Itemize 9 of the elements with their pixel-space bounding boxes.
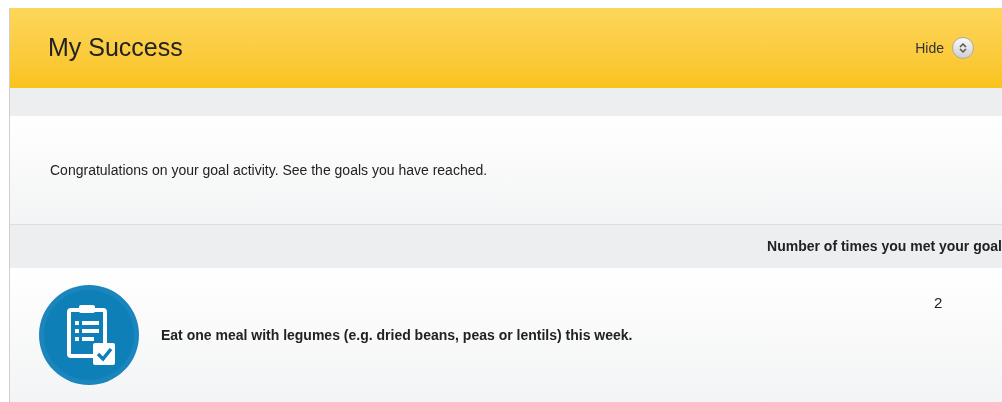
- goal-count: 2: [934, 293, 943, 313]
- up-down-chevron-icon: [958, 42, 968, 54]
- congratulations-message: Congratulations on your goal activity. See the goals you have reached.: [50, 160, 488, 180]
- clipboard-check-icon: [39, 285, 139, 385]
- goal-text: Eat one meal with legumes (e.g. dried beans, peas or lentils) this week.: [161, 325, 633, 345]
- column-header: Number of times you met your goal: [767, 237, 1002, 256]
- collapse-button[interactable]: [952, 37, 974, 59]
- hide-label: Hide: [915, 38, 944, 58]
- panel-title: My Success: [48, 32, 183, 64]
